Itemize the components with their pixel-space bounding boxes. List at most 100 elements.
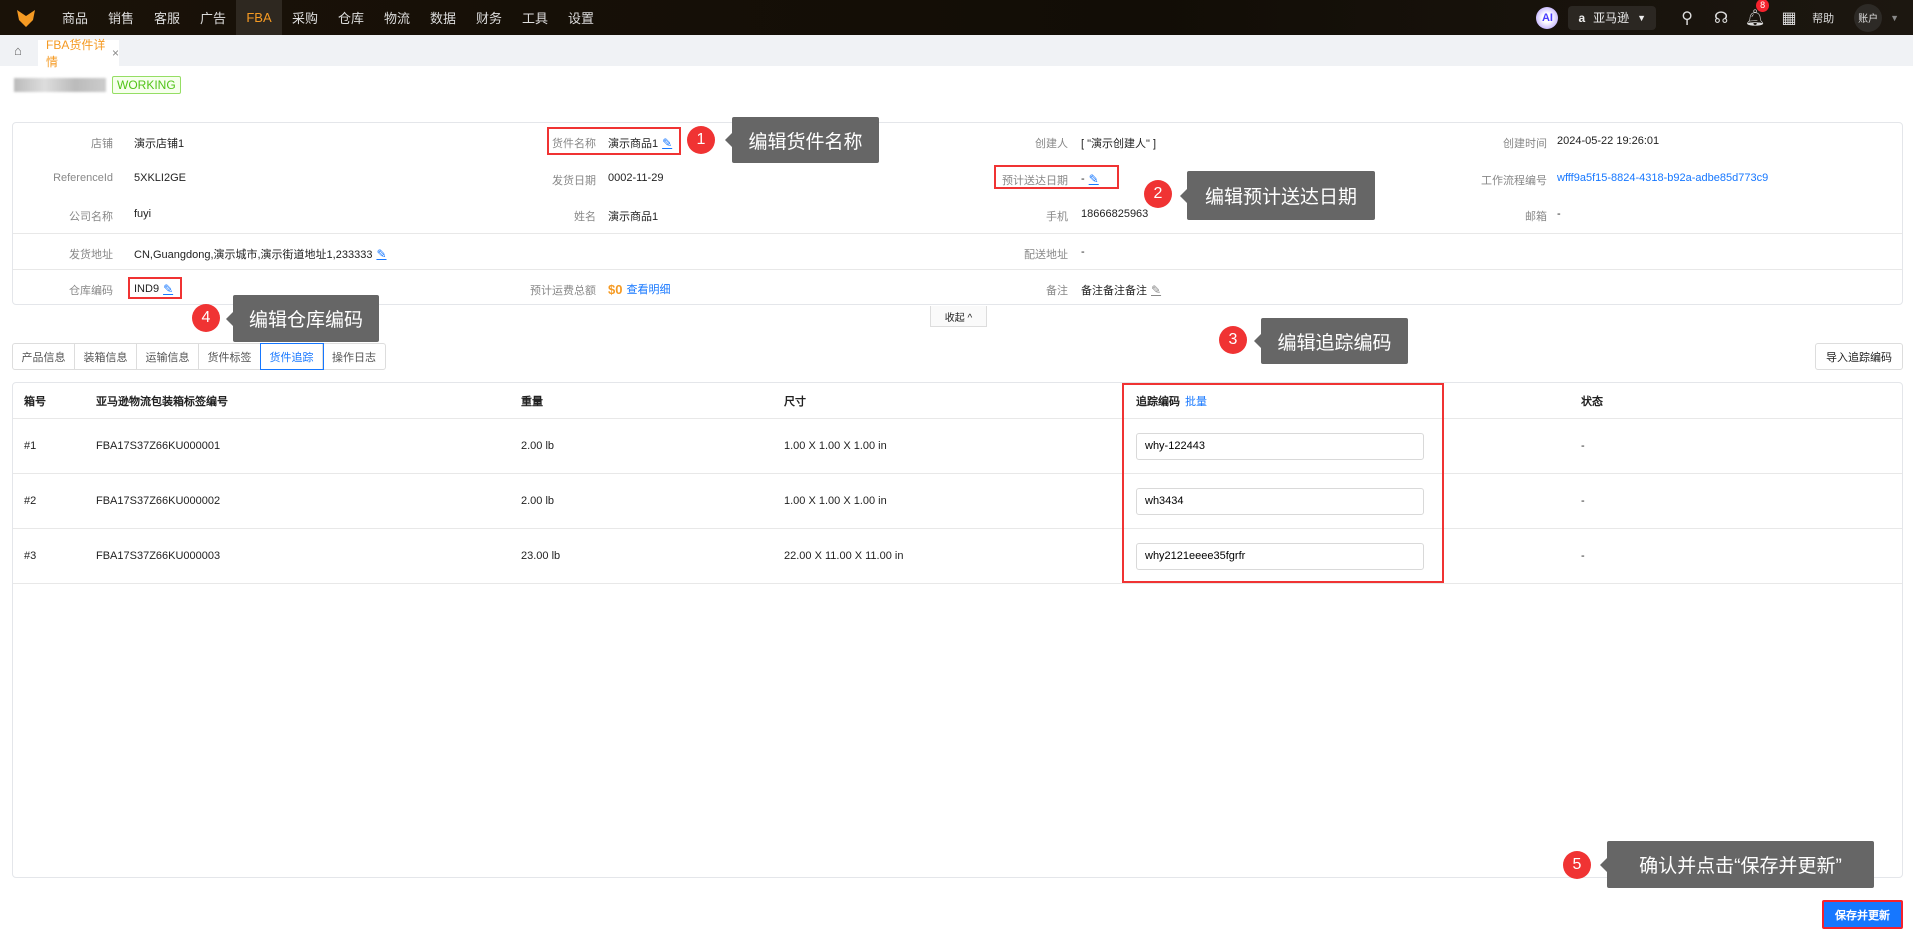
email-value: - (1557, 208, 1561, 220)
email-label: 邮箱 (1525, 211, 1547, 223)
collapse-button[interactable]: 收起 ^ (930, 306, 987, 327)
company-label: 公司名称 (69, 211, 113, 223)
to-address-label: 配送地址 (1024, 249, 1068, 261)
cell-status: - (1581, 440, 1585, 452)
phone-label: 手机 (1046, 211, 1068, 223)
tab-product-info[interactable]: 产品信息 (13, 344, 75, 369)
annotation-tooltip: 编辑货件名称 (725, 117, 879, 163)
step-marker: 2 (1144, 180, 1172, 208)
caret-down-icon[interactable]: ▼ (1890, 13, 1899, 23)
cell-label: FBA17S37Z66KU000002 (96, 495, 221, 507)
reference-id-label: ReferenceId (53, 172, 113, 184)
save-and-update-button[interactable]: 保存并更新 (1822, 900, 1903, 929)
nav-tools[interactable]: 工具 (512, 0, 558, 35)
created-time-label: 创建时间 (1503, 138, 1547, 150)
edit-icon[interactable]: ✎ (376, 247, 386, 261)
nav-ads[interactable]: 广告 (190, 0, 236, 35)
help-link[interactable]: 帮助 (1812, 10, 1834, 26)
header-box: 箱号 (24, 395, 46, 408)
tab-packing-info[interactable]: 装箱信息 (75, 344, 137, 369)
nav-service[interactable]: 客服 (144, 0, 190, 35)
amazon-icon: a (1578, 10, 1586, 25)
import-tracking-button[interactable]: 导入追踪编码 (1815, 343, 1903, 370)
shop-value: 演示店铺1 (134, 138, 185, 150)
to-address-value: - (1081, 246, 1085, 258)
step-marker: 1 (687, 126, 715, 154)
header-weight: 重量 (521, 395, 543, 408)
table-row: #2 FBA17S37Z66KU000002 2.00 lb 1.00 X 1.… (13, 474, 1902, 529)
table-row: #1 FBA17S37Z66KU000001 2.00 lb 1.00 X 1.… (13, 419, 1902, 474)
cell-label: FBA17S37Z66KU000001 (96, 440, 221, 452)
bell-icon[interactable]: 🔔︎ 8 (1738, 0, 1772, 28)
headset-icon[interactable]: ☊ (1704, 8, 1738, 28)
ship-date-value: 0002-11-29 (608, 172, 664, 184)
cell-box: #3 (24, 550, 37, 562)
account-avatar[interactable]: 账户 (1854, 3, 1883, 32)
cell-size: 1.00 X 1.00 X 1.00 in (784, 495, 887, 507)
highlight-box (1122, 383, 1444, 583)
detail-tabs: 产品信息 装箱信息 运输信息 货件标签 货件追踪 操作日志 (12, 343, 386, 370)
tab-operation-log[interactable]: 操作日志 (323, 344, 385, 369)
nav-sales[interactable]: 销售 (98, 0, 144, 35)
edit-icon[interactable]: ✎ (1151, 283, 1161, 297)
header-status: 状态 (1581, 395, 1603, 408)
company-value: fuyi (134, 208, 152, 220)
highlight-box (128, 277, 182, 299)
nav-purchase[interactable]: 采购 (282, 0, 328, 35)
store-selector[interactable]: a 亚马逊 ▼ (1568, 5, 1657, 30)
reference-id-value: 5XKLI2GE (134, 172, 186, 184)
from-address-label: 发货地址 (69, 249, 113, 261)
close-icon[interactable]: × (112, 46, 119, 60)
from-address-value: CN,Guangdong,演示城市,演示街道地址1,233333 (134, 249, 373, 261)
tab-label: FBA货件详情 (46, 38, 106, 69)
cell-status: - (1581, 495, 1585, 507)
apps-grid-icon[interactable]: ▦ (1772, 8, 1806, 28)
search-icon[interactable]: ⚲ (1670, 8, 1704, 28)
highlight-box (547, 127, 681, 155)
note-value: 备注备注备注 (1081, 285, 1147, 297)
estimated-fee-value: $0 (608, 281, 623, 297)
cell-box: #1 (24, 440, 37, 452)
tab-fba-shipment-detail[interactable]: FBA货件详情 × (38, 38, 119, 69)
annotation-tooltip: 确认并点击“保存并更新” (1600, 841, 1874, 888)
cell-weight: 2.00 lb (521, 440, 555, 452)
nav-data[interactable]: 数据 (420, 0, 466, 35)
cell-label: FBA17S37Z66KU000003 (96, 550, 221, 562)
ai-button[interactable]: AI (1536, 6, 1559, 29)
nav-settings[interactable]: 设置 (558, 0, 604, 35)
created-time-value: 2024-05-22 19:26:01 (1557, 135, 1660, 147)
notification-badge: 8 (1756, 0, 1770, 12)
page-tab-bar: ⌂ FBA货件详情 × (0, 35, 1913, 69)
creator-label: 创建人 (1035, 138, 1068, 150)
nav-logistics[interactable]: 物流 (374, 0, 420, 35)
workflow-id-link[interactable]: wfff9a5f15-8824-4318-b92a-adbe85d773c9 (1557, 172, 1768, 184)
blurred-shipment-id (14, 78, 106, 92)
store-name: 亚马逊 (1593, 11, 1630, 25)
nav-fba[interactable]: FBA (236, 0, 282, 35)
step-marker: 3 (1219, 326, 1247, 354)
caret-down-icon: ▼ (1637, 12, 1647, 23)
view-detail-link[interactable]: 查看明细 (626, 281, 670, 297)
cell-weight: 2.00 lb (521, 495, 555, 507)
table-row: #3 FBA17S37Z66KU000003 23.00 lb 22.00 X … (13, 529, 1902, 584)
step-marker: 4 (192, 304, 220, 332)
tab-shipment-tracking[interactable]: 货件追踪 (260, 343, 324, 370)
shop-label: 店铺 (91, 138, 113, 150)
nav-products[interactable]: 商品 (52, 0, 98, 35)
estimated-fee-label: 预计运费总额 (530, 285, 596, 297)
logo-icon[interactable] (0, 0, 52, 35)
tab-shipment-labels[interactable]: 货件标签 (199, 344, 261, 369)
home-icon[interactable]: ⌂ (14, 43, 22, 58)
highlight-box (994, 165, 1119, 189)
nav-finance[interactable]: 财务 (466, 0, 512, 35)
annotation-tooltip: 编辑仓库编码 (226, 295, 379, 342)
creator-value: [ "演示创建人" ] (1081, 138, 1157, 150)
cell-status: - (1581, 550, 1585, 562)
workflow-id-label: 工作流程编号 (1481, 175, 1547, 187)
header-label: 亚马逊物流包装箱标签编号 (96, 395, 228, 408)
header-size: 尺寸 (784, 395, 806, 408)
nav-warehouse[interactable]: 仓库 (328, 0, 374, 35)
contact-name-label: 姓名 (574, 211, 596, 223)
tab-transport-info[interactable]: 运输信息 (137, 344, 199, 369)
contact-name-value: 演示商品1 (608, 211, 659, 223)
